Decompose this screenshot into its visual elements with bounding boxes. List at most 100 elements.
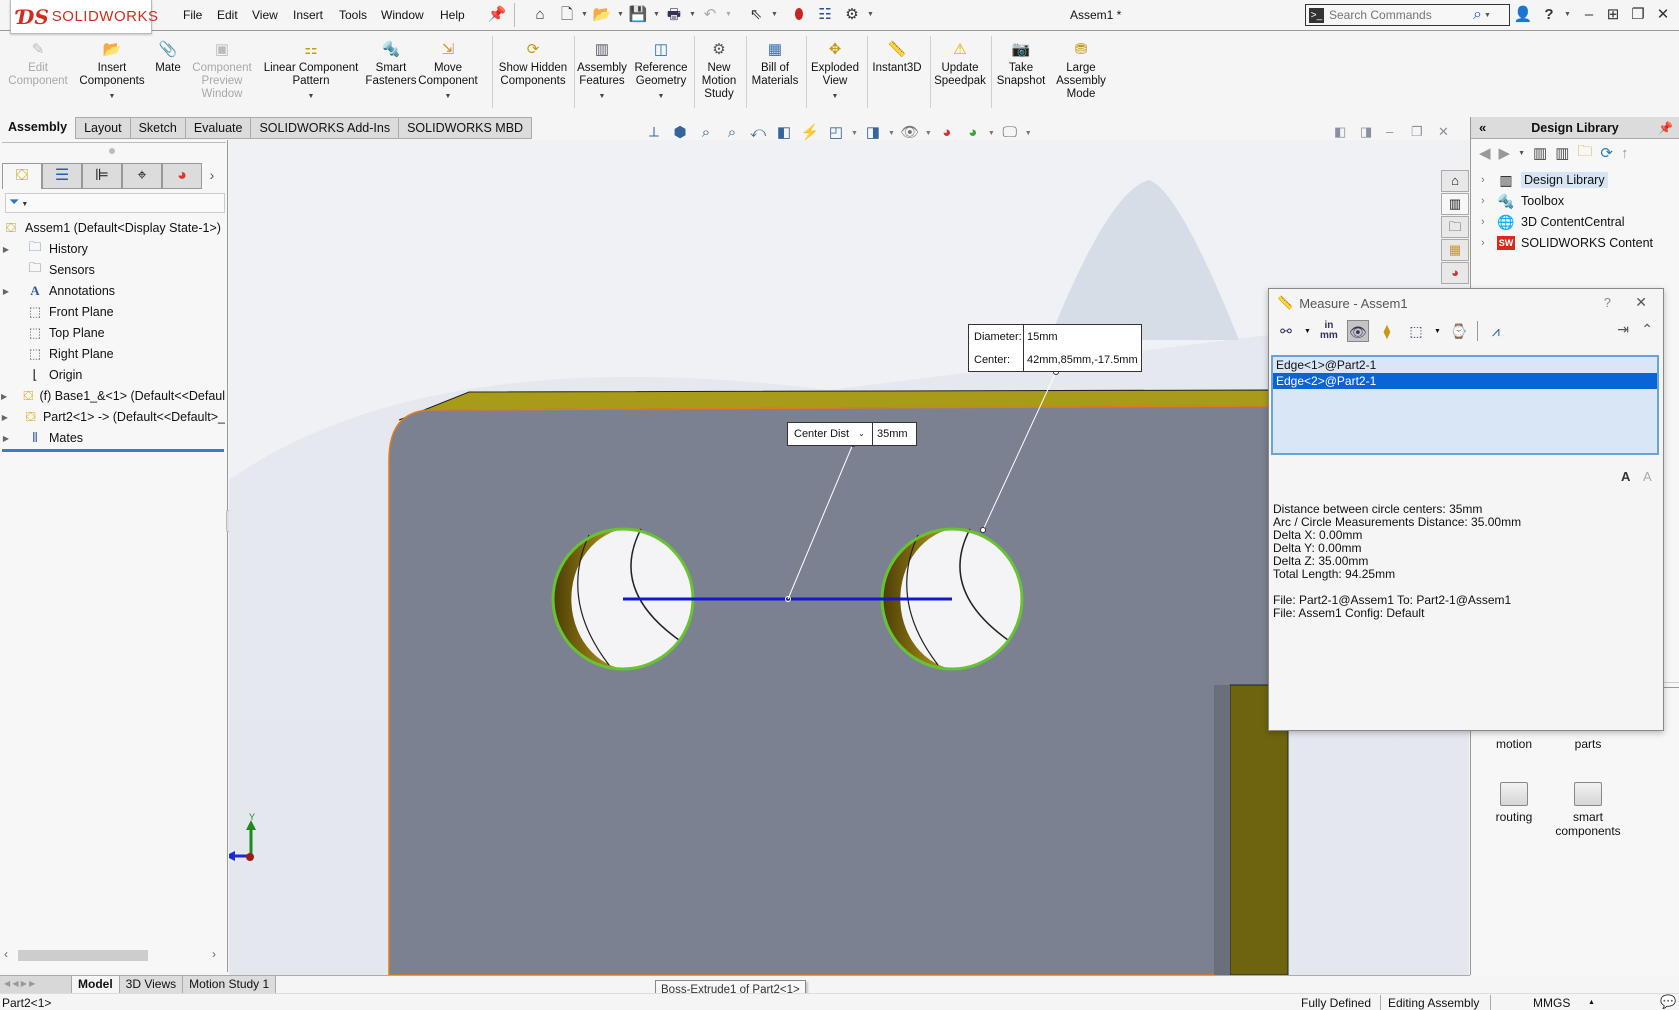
- configurationmanager-icon[interactable]: ⊫: [82, 163, 122, 189]
- decrease-font-icon[interactable]: A: [1643, 469, 1652, 484]
- tree-item-mates[interactable]: ▶ ⫴ Mates: [0, 427, 225, 449]
- diameter-callout[interactable]: Diameter: 15mm Center: 42mm,85mm,-17.5mm: [968, 324, 1142, 372]
- point-to-point-icon[interactable]: ⧫: [1376, 320, 1398, 342]
- viewport-minimize-icon[interactable]: –: [1386, 124, 1393, 139]
- tab-assembly[interactable]: Assembly: [0, 117, 77, 139]
- center-distance-callout[interactable]: Center Dist ⌄ 35mm: [787, 422, 917, 446]
- up-icon[interactable]: ↑: [1621, 145, 1629, 162]
- expand-arrow-icon[interactable]: ▶: [0, 392, 8, 401]
- undo-dropdown-icon[interactable]: ▼: [725, 11, 732, 18]
- measure-dialog[interactable]: 📏 Measure - Assem1 ? ✕ ⚯ ▼ in mm 👁 ⧫ ⬚ ▼ …: [1268, 288, 1664, 731]
- rollback-bar[interactable]: [2, 449, 224, 452]
- expand-chevron-icon[interactable]: ›: [1481, 174, 1497, 186]
- menu-insert[interactable]: Insert: [293, 8, 323, 22]
- chevron-right-icon[interactable]: ›: [202, 163, 222, 189]
- expand-chevron-icon[interactable]: ›: [1481, 237, 1497, 249]
- create-new-folder-icon[interactable]: 🗀: [1577, 141, 1592, 166]
- menu-file[interactable]: File: [183, 8, 202, 22]
- task-pane-view-palette-icon[interactable]: ▦: [1441, 239, 1469, 261]
- dl-item-solidworks-content[interactable]: › SW SOLIDWORKS Content: [1481, 233, 1653, 253]
- selection-edge-2[interactable]: Edge<2>@Part2-1: [1273, 373, 1657, 389]
- tree-item-annotations[interactable]: ▶ A Annotations: [0, 280, 225, 302]
- measure-history-icon[interactable]: ⌚: [1448, 320, 1470, 342]
- tab-motion-study-1[interactable]: Motion Study 1: [183, 976, 277, 993]
- scroll-right-icon[interactable]: ›: [212, 947, 216, 961]
- viewport-restore-icon[interactable]: ❐: [1411, 124, 1423, 140]
- linear-pattern-dropdown-icon[interactable]: ▼: [308, 90, 315, 103]
- smart-fasteners-button[interactable]: 🔩 Smart Fasteners: [365, 38, 417, 88]
- folder-routing[interactable]: routing: [1479, 782, 1549, 824]
- folder-smart-components[interactable]: smart components: [1553, 782, 1623, 838]
- tree-item-history[interactable]: ▶ 🗀 History: [0, 238, 225, 260]
- measure-pin-icon[interactable]: ⇥: [1617, 321, 1629, 338]
- tab-3d-views[interactable]: 3D Views: [119, 976, 184, 993]
- refresh-icon[interactable]: ⟳: [1600, 144, 1613, 162]
- view-orientation-icon[interactable]: ⬢: [669, 122, 691, 144]
- assembly-features-dropdown-icon[interactable]: ▼: [599, 90, 606, 103]
- linear-component-pattern-button[interactable]: ⚏ Linear Component Pattern ▼: [258, 38, 364, 103]
- add-file-location-icon[interactable]: ▥: [1555, 144, 1569, 162]
- propertymanager-icon[interactable]: ☰: [42, 163, 82, 189]
- expand-chevron-icon[interactable]: ›: [1481, 216, 1497, 228]
- undo-icon[interactable]: ↶: [700, 5, 720, 25]
- search-icon[interactable]: ⌕: [1473, 6, 1482, 24]
- tree-item-part2[interactable]: ▶ ⛋ Part2<1> -> (Default<<Default>_: [0, 406, 225, 428]
- file-properties-icon[interactable]: ☷: [815, 5, 835, 25]
- exploded-view-dropdown-icon[interactable]: ▼: [832, 90, 839, 103]
- arc-circle-measurements-icon[interactable]: ⚯: [1275, 320, 1297, 342]
- tab-sketch[interactable]: Sketch: [130, 117, 186, 139]
- new-motion-study-button[interactable]: ⚙ New Motion Study: [696, 38, 742, 101]
- center-dist-dropdown-icon[interactable]: ⌄: [858, 429, 865, 438]
- view-normal-icon[interactable]: ⟂: [643, 122, 665, 144]
- unit-system[interactable]: MMGS: [1533, 996, 1570, 1010]
- open-icon[interactable]: 📂: [592, 5, 612, 25]
- select-icon[interactable]: ⇖: [746, 5, 766, 25]
- tree-item-assem1[interactable]: ⛋ Assem1 (Default<Display State-1>): [0, 217, 225, 239]
- edit-component-button[interactable]: ✎ Edit Component: [5, 38, 71, 88]
- help-dropdown-icon[interactable]: ▼: [1564, 11, 1571, 18]
- insert-components-dropdown-icon[interactable]: ▼: [109, 90, 116, 103]
- tab-solidworks-mbd[interactable]: SOLIDWORKS MBD: [399, 117, 533, 139]
- reference-geometry-button[interactable]: ◫ Reference Geometry ▼: [630, 38, 692, 103]
- show-xyz-measurements-icon[interactable]: 👁: [1346, 320, 1369, 342]
- display-style-icon[interactable]: ◨: [862, 122, 884, 144]
- expand-arrow-icon[interactable]: ▶: [0, 287, 12, 296]
- view-settings-icon[interactable]: 🖵: [999, 122, 1021, 144]
- task-pane-appearances-icon[interactable]: ◕: [1441, 262, 1469, 284]
- show-hidden-components-button[interactable]: ⟳ Show Hidden Components: [497, 38, 569, 88]
- home-icon[interactable]: ⌂: [530, 5, 550, 25]
- restore-icon[interactable]: ❐: [1627, 4, 1649, 26]
- task-pane-file-explorer-icon[interactable]: 🗀: [1441, 216, 1469, 238]
- menu-edit[interactable]: Edit: [217, 8, 238, 22]
- previous-view-icon[interactable]: ⤺: [747, 122, 769, 144]
- panel-right-icon[interactable]: ◨: [1360, 124, 1372, 140]
- save-icon[interactable]: 💾: [628, 5, 648, 25]
- tree-item-front-plane[interactable]: ⬚ Front Plane: [0, 301, 225, 323]
- featuremanager-tree-icon[interactable]: ⛋: [2, 163, 42, 189]
- measure-close-icon[interactable]: ✕: [1635, 294, 1647, 311]
- hide-show-items-icon[interactable]: 👁: [899, 122, 921, 144]
- help-icon[interactable]: ?: [1538, 4, 1560, 26]
- open-dropdown-icon[interactable]: ▼: [617, 11, 624, 18]
- measure-selections-list[interactable]: Edge<1>@Part2-1 Edge<2>@Part2-1: [1271, 355, 1659, 455]
- part-face[interactable]: [388, 405, 1270, 975]
- tree-item-base1[interactable]: ▶ ⛋ (f) Base1_&<1> (Default<<Defaul: [0, 385, 225, 407]
- dynamic-annotation-icon[interactable]: ⚡: [799, 122, 821, 144]
- new-dropdown-icon[interactable]: ▼: [581, 11, 588, 18]
- tree-item-top-plane[interactable]: ⬚ Top Plane: [0, 322, 225, 344]
- insert-components-button[interactable]: 📂 Insert Components ▼: [75, 38, 149, 103]
- expand-chevron-icon[interactable]: ›: [1481, 195, 1497, 207]
- search-commands[interactable]: >_ ⌕ ▼: [1305, 4, 1510, 26]
- close-icon[interactable]: ✕: [1652, 4, 1674, 26]
- zoom-to-area-icon[interactable]: ⌕: [721, 122, 743, 144]
- search-commands-input[interactable]: [1329, 8, 1469, 22]
- select-dropdown-icon[interactable]: ▼: [771, 11, 778, 18]
- minimize-icon[interactable]: –: [1578, 4, 1600, 26]
- tab-solidworks-add-ins[interactable]: SOLIDWORKS Add-Ins: [251, 117, 400, 139]
- menu-tools[interactable]: Tools: [339, 8, 367, 22]
- viewport-close-icon[interactable]: ✕: [1438, 124, 1449, 140]
- folder-motion[interactable]: motion: [1479, 737, 1549, 751]
- pin-menu-icon[interactable]: 📌: [487, 5, 507, 25]
- dl-item-design-library[interactable]: › ▥ Design Library: [1481, 170, 1608, 190]
- save-dropdown-icon[interactable]: ▼: [653, 11, 660, 18]
